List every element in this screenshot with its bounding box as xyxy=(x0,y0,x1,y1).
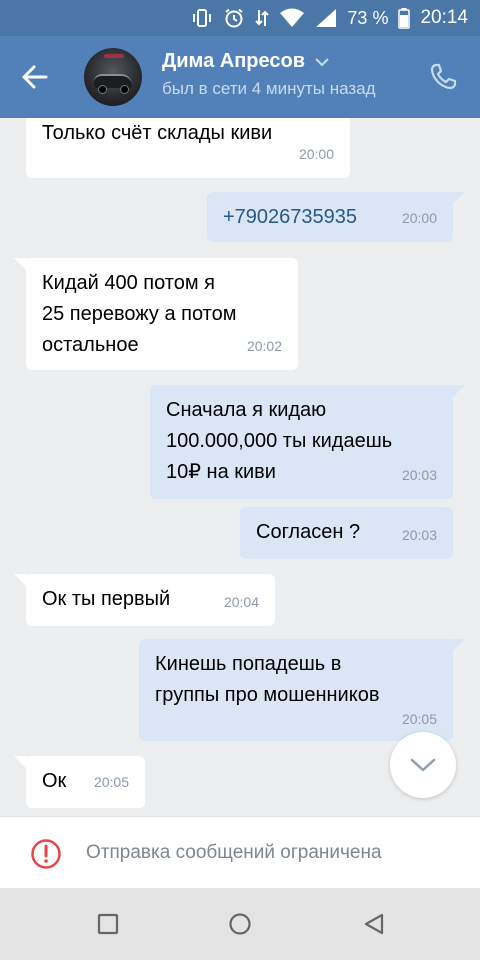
message-outgoing[interactable]: Согласен ? 20:03 xyxy=(240,507,453,559)
avatar[interactable] xyxy=(84,48,142,106)
phone-icon xyxy=(430,63,457,90)
data-transfer-icon xyxy=(255,7,270,29)
message-incoming[interactable]: Только счёт склады киви 20:00 xyxy=(26,118,350,178)
chevron-down-icon xyxy=(410,758,436,772)
back-triangle-icon[interactable] xyxy=(362,912,386,936)
status-icons: 73 % 20:14 xyxy=(191,0,468,36)
message-time: 20:03 xyxy=(401,527,437,543)
battery-icon xyxy=(398,7,411,29)
exclamation-circle-icon xyxy=(30,838,62,875)
message-time: 20:05 xyxy=(401,711,437,727)
message-outgoing[interactable]: +79026735935 20:00 xyxy=(207,192,465,242)
chevron-down-icon[interactable] xyxy=(315,57,329,67)
clock-time: 20:14 xyxy=(420,7,468,28)
vibrate-icon xyxy=(191,7,213,29)
alarm-icon xyxy=(223,7,245,29)
message-text: Кинешь попадешь в группы про мошенников xyxy=(155,653,380,706)
message-time: 20:00 xyxy=(401,210,437,226)
call-button[interactable] xyxy=(428,62,458,92)
wifi-icon xyxy=(279,8,305,28)
restriction-text: Отправка сообщений ограничена xyxy=(86,842,382,863)
back-button[interactable] xyxy=(20,62,50,92)
message-outgoing[interactable]: Кинешь попадешь в группы про мошенников … xyxy=(139,639,465,741)
message-time: 20:02 xyxy=(246,338,282,354)
home-circle-icon[interactable] xyxy=(228,912,252,936)
message-text: Только счёт склады киви xyxy=(42,122,273,144)
message-time: 20:03 xyxy=(401,467,437,483)
signal-icon xyxy=(315,8,337,28)
scroll-to-bottom-button[interactable] xyxy=(390,732,456,798)
message-incoming[interactable]: Ок ты первый 20:04 xyxy=(14,574,275,626)
battery-percent: 73 % xyxy=(347,7,389,28)
contact-name: Дима Апресов xyxy=(162,50,305,72)
recents-square-icon[interactable] xyxy=(96,912,120,936)
system-nav-bar xyxy=(0,888,480,960)
status-bar: 73 % 20:14 xyxy=(0,0,480,36)
contact-status: был в сети 4 минуты назад xyxy=(162,79,376,98)
message-restriction-bar: Отправка сообщений ограничена xyxy=(0,816,480,888)
back-arrow-icon xyxy=(22,65,48,89)
contact-info[interactable]: Дима Апресов был в сети 4 минуты назад xyxy=(162,50,410,99)
message-text: Сначала я кидаю 100.000,000 ты кидаешь 1… xyxy=(166,399,393,483)
chat-header: Дима Апресов был в сети 4 минуты назад xyxy=(0,36,480,118)
message-incoming[interactable]: Ок 20:05 xyxy=(14,756,145,808)
message-outgoing[interactable]: Сначала я кидаю 100.000,000 ты кидаешь 1… xyxy=(150,385,465,499)
message-time: 20:00 xyxy=(298,146,334,162)
message-list[interactable]: Только счёт склады киви 20:00 +790267359… xyxy=(0,118,480,816)
message-time: 20:05 xyxy=(93,774,129,790)
message-incoming[interactable]: Кидай 400 потом я 25 перевожу а потом ос… xyxy=(14,258,298,370)
message-time: 20:04 xyxy=(223,594,259,610)
